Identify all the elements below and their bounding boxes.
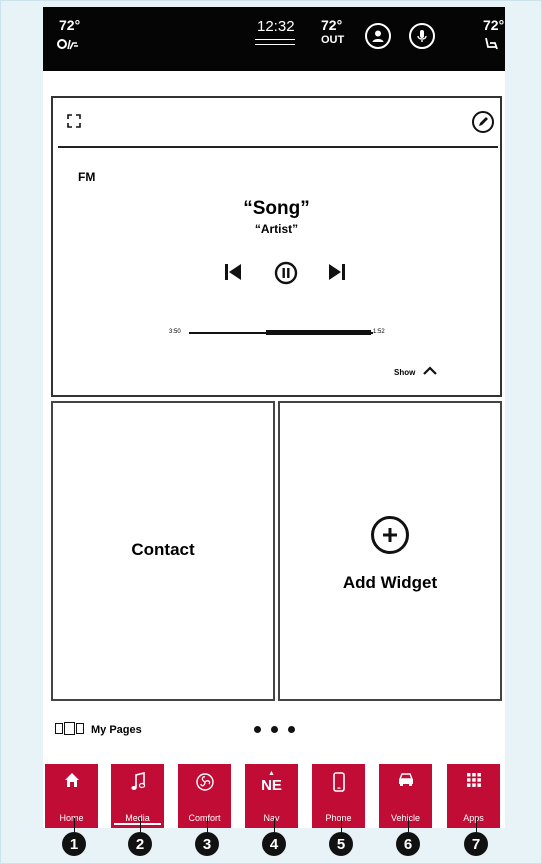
- nav-vehicle[interactable]: Vehicle: [379, 764, 432, 828]
- expand-icon[interactable]: [67, 114, 81, 128]
- page-thumb: [76, 723, 84, 734]
- profile-icon: [372, 30, 384, 42]
- nav-media[interactable]: Media: [111, 764, 164, 828]
- passenger-seat-icon[interactable]: [483, 37, 501, 54]
- previous-icon[interactable]: [223, 261, 243, 283]
- active-indicator: [114, 823, 161, 825]
- callout-6: 6: [396, 832, 420, 856]
- compass-icon: ▲ NE: [261, 770, 282, 794]
- add-circle-icon[interactable]: [371, 516, 409, 554]
- nav-home[interactable]: Home: [45, 764, 98, 828]
- page-thumb: [64, 722, 75, 735]
- callout-stem: [274, 818, 275, 832]
- media-widget: FM “Song” “Artist” 3:50 1:52 Show: [51, 96, 502, 397]
- callout-stem: [140, 818, 141, 832]
- add-widget-label: Add Widget: [342, 573, 438, 592]
- chevron-up-icon[interactable]: [423, 365, 437, 375]
- add-widget-tile[interactable]: Add Widget: [278, 401, 502, 701]
- pages-icon[interactable]: [55, 722, 84, 735]
- clock: 12:32: [257, 18, 295, 35]
- song-title: “Song”: [243, 198, 310, 219]
- callout-5: 5: [329, 832, 353, 856]
- status-bar: 72° 12:32 72° OUT 72°: [43, 7, 505, 71]
- contact-widget[interactable]: Contact: [51, 401, 275, 701]
- pause-icon[interactable]: [274, 261, 298, 285]
- page-dot[interactable]: [254, 726, 261, 733]
- edit-button[interactable]: [472, 111, 494, 133]
- band-label[interactable]: FM: [78, 170, 95, 184]
- callout-stem: [207, 818, 208, 832]
- callout-stem: [476, 818, 477, 832]
- page-indicator[interactable]: [254, 726, 295, 733]
- outside-temp: 72°: [321, 17, 343, 33]
- microphone-icon: [417, 30, 427, 42]
- callout-stem: [341, 818, 342, 832]
- passenger-temp[interactable]: 72°: [483, 17, 504, 33]
- nav-label: Phone: [325, 813, 352, 823]
- home-icon: [64, 773, 79, 787]
- clock-underline: [255, 44, 295, 45]
- music-note-icon: [130, 772, 145, 790]
- pencil-icon: [479, 117, 488, 126]
- page-dot[interactable]: [271, 726, 278, 733]
- outside-label: OUT: [321, 34, 345, 46]
- apps-grid-icon: [466, 773, 481, 787]
- callout-3: 3: [195, 832, 219, 856]
- page-thumb: [55, 723, 63, 734]
- nav-label: Apps: [463, 813, 484, 823]
- divider: [58, 146, 498, 148]
- nav-phone[interactable]: Phone: [312, 764, 365, 828]
- bottom-nav-bar: Home Media Comfort ▲ NE Nav Phone Vehicle: [43, 754, 505, 828]
- nav-nav[interactable]: ▲ NE Nav: [245, 764, 298, 828]
- clock-underline: [255, 39, 295, 40]
- nav-comfort[interactable]: Comfort: [178, 764, 231, 828]
- nav-label: Nav: [263, 813, 280, 823]
- artist-name: “Artist”: [254, 222, 299, 236]
- remaining-time: 1:52: [373, 329, 385, 335]
- progress-fill: [266, 330, 371, 335]
- my-pages-label[interactable]: My Pages: [91, 724, 142, 736]
- callout-7: 7: [464, 832, 488, 856]
- callout-stem: [408, 818, 409, 832]
- profile-button[interactable]: [365, 23, 391, 49]
- page-dot[interactable]: [288, 726, 295, 733]
- contact-label: Contact: [131, 540, 195, 559]
- nav-label: Comfort: [188, 813, 221, 823]
- car-icon: [398, 773, 413, 786]
- nav-label: Vehicle: [390, 813, 421, 823]
- driver-seat-heat-icon[interactable]: [57, 37, 79, 54]
- elapsed-time: 3:50: [169, 329, 181, 335]
- compass-heading: NE: [261, 777, 282, 794]
- playback-controls: [223, 261, 348, 285]
- nav-apps[interactable]: Apps: [447, 764, 500, 828]
- callout-stem: [74, 818, 75, 832]
- fan-icon: [195, 773, 214, 791]
- infotainment-screen: 72° 12:32 72° OUT 72° FM “Song” “Artist”: [43, 7, 505, 828]
- nav-label: Home: [59, 813, 84, 823]
- phone-icon: [332, 772, 345, 792]
- callout-2: 2: [128, 832, 152, 856]
- callout-4: 4: [262, 832, 286, 856]
- callout-1: 1: [62, 832, 86, 856]
- driver-temp[interactable]: 72°: [59, 17, 80, 33]
- voice-button[interactable]: [409, 23, 435, 49]
- nav-label: Media: [125, 813, 150, 823]
- next-icon[interactable]: [327, 261, 347, 283]
- show-toggle-label[interactable]: Show: [394, 368, 415, 377]
